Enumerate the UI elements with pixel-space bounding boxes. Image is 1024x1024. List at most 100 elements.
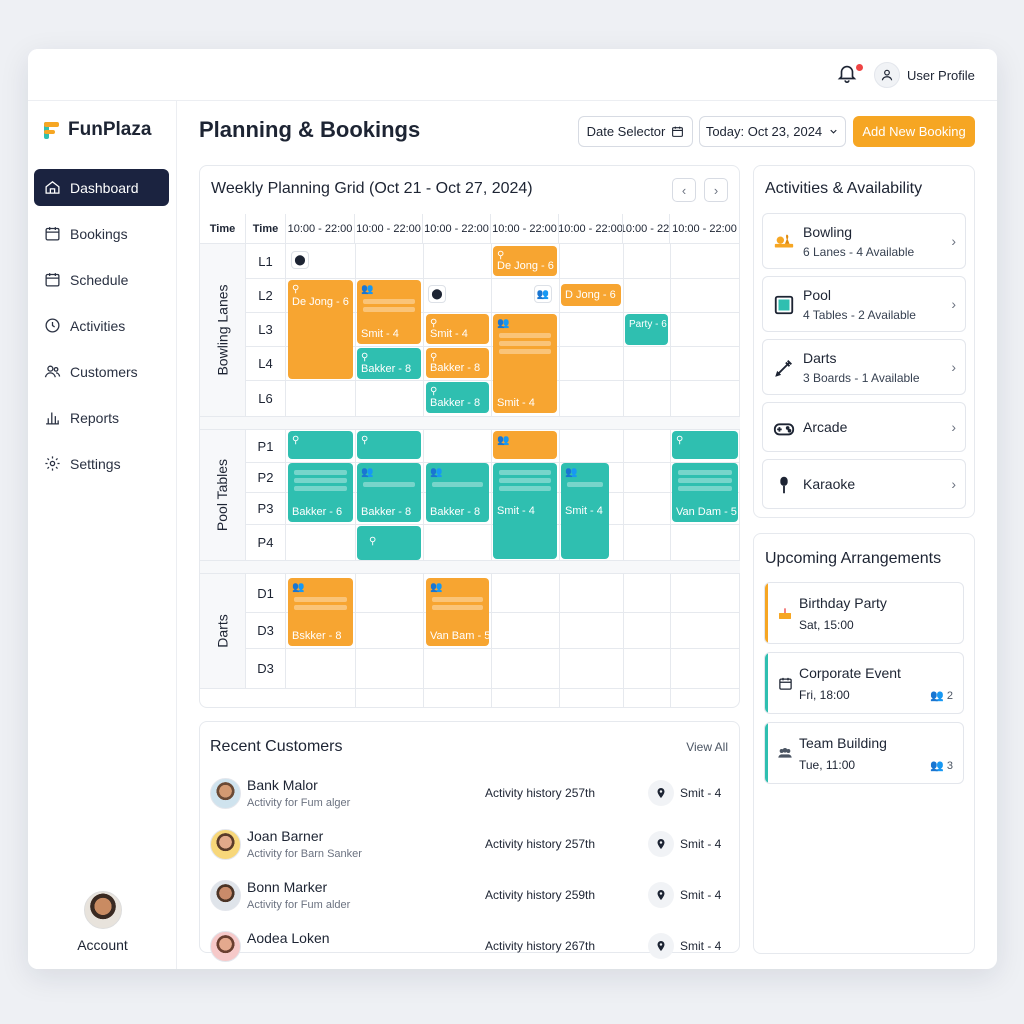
activity-item-karaoke[interactable]: Karaoke › (762, 459, 966, 509)
booking-block[interactable]: ⚲ (288, 431, 353, 459)
group-icon (777, 745, 793, 761)
chevron-right-icon: › (951, 296, 956, 312)
user-icon (874, 62, 900, 88)
prev-week-button[interactable]: ‹ (672, 178, 696, 202)
avatar (210, 778, 241, 809)
grid-line (559, 244, 560, 708)
view-all-link[interactable]: View All (686, 740, 728, 754)
activities-availability-card: Activities & Availability Bowling 6 Lane… (753, 165, 975, 518)
booking-block[interactable]: Smit - 4 (493, 463, 557, 559)
row-label: P2 (246, 462, 286, 492)
activity-item-darts[interactable]: Darts 3 Boards - 1 Available › (762, 339, 966, 395)
booking-block[interactable]: ⚲ De Jong - 6 (493, 246, 557, 276)
chart-icon (46, 412, 59, 425)
activity-detail: 3 Boards - 1 Available (803, 371, 920, 385)
booking-block[interactable]: ⚲ Smit - 4 (426, 314, 489, 344)
activity-history: Activity history 259th (485, 888, 596, 902)
column-header: 10:00 - 22:00 (491, 214, 559, 244)
group-icon: 👥 (930, 690, 944, 702)
schedule-icon (45, 273, 60, 287)
column-header: Time (246, 214, 286, 244)
activity-item-pool[interactable]: Pool 4 Tables - 2 Available › (762, 276, 966, 332)
today-dropdown[interactable]: Today: Oct 23, 2024 (699, 116, 846, 147)
sidebar-item-dashboard[interactable]: Dashboard (34, 169, 169, 206)
customer-name: Bank Malor (247, 777, 318, 793)
section-label-darts: Darts (200, 574, 246, 688)
location-pin-icon[interactable]: ⬤ (291, 251, 309, 269)
row-label: P1 (246, 430, 286, 462)
row-label: L3 (246, 312, 286, 346)
booking-ref: Smit - 4 (680, 786, 722, 800)
booking-block[interactable]: ⚲ (357, 431, 421, 459)
row-label: L1 (246, 244, 286, 278)
sidebar-item-settings[interactable]: Settings (34, 445, 169, 482)
sidebar-item-customers[interactable]: Customers (34, 353, 169, 390)
section-divider (200, 560, 740, 574)
booking-ref: Smit - 4 (680, 837, 722, 851)
booking-block[interactable]: Van Dam - 5 (672, 463, 738, 522)
sidebar: FunPlaza Dashboard Bookings Schedule Act… (28, 101, 177, 969)
next-week-button[interactable]: › (704, 178, 728, 202)
sidebar-item-schedule[interactable]: Schedule (34, 261, 169, 298)
pin-icon: ⚲ (676, 435, 684, 446)
add-booking-label: Add New Booking (862, 124, 966, 139)
booking-block[interactable]: 👥 Bakker - 8 (357, 463, 421, 522)
account-button[interactable]: Account (28, 891, 177, 953)
clock-icon (45, 318, 60, 333)
chevron-right-icon: › (951, 359, 956, 375)
sidebar-item-label: Customers (70, 363, 138, 380)
booking-block[interactable]: 👥 (493, 431, 557, 459)
sidebar-item-label: Schedule (70, 271, 129, 288)
date-selector-button[interactable]: Date Selector (578, 116, 693, 147)
activity-detail: 6 Lanes - 4 Available (803, 245, 915, 259)
add-new-booking-button[interactable]: Add New Booking (853, 116, 975, 147)
group-icon[interactable]: 👥 (534, 285, 552, 303)
arrangement-accent-bar (765, 723, 768, 783)
booking-block[interactable]: D Jong - 6 (561, 284, 621, 306)
sidebar-nav: Dashboard Bookings Schedule Activities C… (34, 169, 169, 491)
activity-item-bowling[interactable]: Bowling 6 Lanes - 4 Available › (762, 213, 966, 269)
booking-block[interactable]: ⚲ Bakker - 8 (357, 348, 421, 379)
sidebar-item-reports[interactable]: Reports (34, 399, 169, 436)
booking-block[interactable]: ⚲ Bakker - 8 (426, 382, 489, 413)
booking-block[interactable]: Party - 6 (625, 314, 668, 345)
arrangement-item[interactable]: Birthday Party Sat, 15:00 (764, 582, 964, 644)
arrangement-item[interactable]: Corporate Event Fri, 18:00 👥 2 (764, 652, 964, 714)
notifications-button[interactable] (836, 62, 863, 86)
logo[interactable]: FunPlaza (42, 119, 151, 141)
booking-block[interactable]: ⚲ (357, 526, 421, 560)
calendar-icon (777, 675, 793, 691)
sidebar-item-label: Activities (70, 317, 126, 334)
gear-icon (45, 456, 60, 471)
pin-icon: ⚲ (292, 284, 300, 295)
customer-row[interactable]: Joan Barner Activity for Barn Sanker Act… (210, 825, 732, 865)
gamepad-icon (772, 416, 796, 440)
arrangement-time: Fri, 18:00 (799, 688, 850, 702)
booking-block[interactable]: ⚲ (672, 431, 738, 459)
booking-block[interactable]: Bakker - 6 (288, 463, 353, 522)
customer-row[interactable]: Bank Malor Activity for Fum alger Activi… (210, 774, 732, 814)
location-pin-icon[interactable]: ⬤ (428, 285, 446, 303)
user-profile-button[interactable]: User Profile (874, 61, 975, 89)
activity-name: Pool (803, 287, 832, 303)
booking-block[interactable]: 👥 Smit - 4 (561, 463, 609, 559)
customer-subtitle: Activity for Fum alger (247, 797, 351, 809)
booking-block[interactable]: 👥 Bskker - 8 (288, 578, 353, 646)
arrangement-item[interactable]: Team Building Tue, 11:00 👥 3 (764, 722, 964, 784)
sidebar-item-activities[interactable]: Activities (34, 307, 169, 344)
activity-item-arcade[interactable]: Arcade › (762, 402, 966, 452)
customer-row[interactable]: Aodea Loken Activity history 267th Smit … (210, 927, 732, 967)
customer-name: Bonn Marker (247, 879, 328, 895)
chevron-right-icon: › (951, 233, 956, 249)
booking-block[interactable]: 👥 Van Bam - 5 (426, 578, 490, 646)
booking-block[interactable]: 👥 Bakker - 8 (426, 463, 489, 522)
sidebar-item-label: Bookings (70, 225, 128, 242)
sidebar-item-bookings[interactable]: Bookings (34, 215, 169, 252)
booking-block[interactable]: 👥 Smit - 4 (493, 314, 557, 413)
booking-block[interactable]: ⚲ De Jong - 6 (288, 280, 353, 379)
pin-icon: ⚲ (292, 435, 300, 446)
avatar (83, 891, 122, 929)
booking-block[interactable]: ⚲ Bakker - 8 (426, 348, 489, 378)
customer-row[interactable]: Bonn Marker Activity for Fum alder Activ… (210, 876, 732, 916)
booking-block[interactable]: 👥 Smit - 4 (357, 280, 421, 344)
